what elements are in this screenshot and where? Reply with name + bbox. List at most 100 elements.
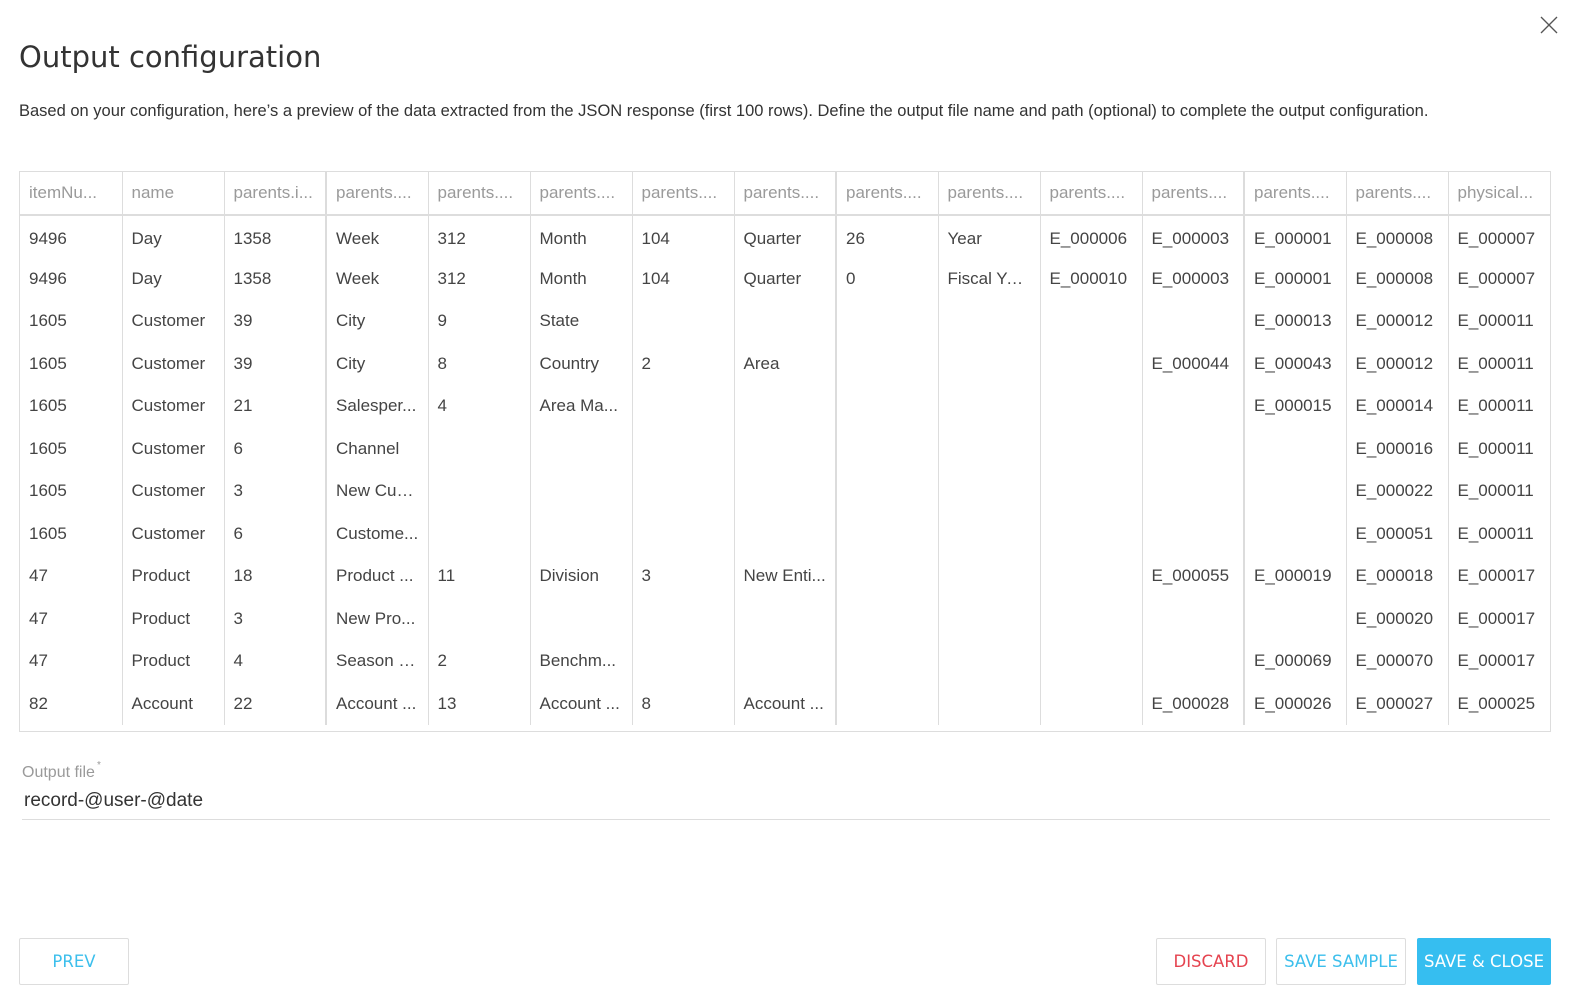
save-sample-button[interactable]: SAVE SAMPLE (1276, 938, 1406, 985)
table-cell: State (530, 300, 633, 343)
table-cell: 13 (428, 682, 531, 725)
table-cell: 2 (632, 342, 735, 385)
table-cell (1040, 470, 1143, 513)
table-cell: New Enti... (734, 555, 837, 598)
column-header[interactable]: physical... (1448, 172, 1550, 216)
output-file-input[interactable] (22, 788, 1550, 820)
table-cell: 3 (632, 555, 735, 598)
table-cell: E_000011 (1457, 523, 1534, 543)
table-cell: Customer (122, 470, 225, 513)
table-cell (1040, 682, 1143, 725)
table-cell: Account ... (734, 682, 837, 725)
table-cell: E_000013 (1244, 300, 1347, 343)
table-cell (428, 427, 531, 470)
table-cell: 1605 (20, 470, 123, 513)
table-cell (836, 555, 939, 598)
table-cell (1244, 427, 1347, 470)
table-cell: Customer (122, 342, 225, 385)
table-cell: 312 (428, 257, 531, 300)
table-cell: 4 (224, 640, 327, 683)
column-header[interactable]: parents.... (938, 172, 1041, 216)
column-header[interactable]: itemNu... (20, 172, 123, 216)
table-cell (938, 555, 1041, 598)
table-cell (938, 512, 1041, 555)
column-header[interactable]: parents.... (734, 172, 837, 216)
table-cell: Salesper... (326, 385, 429, 428)
column-header[interactable]: parents.i... (224, 172, 327, 216)
table-cell: 3 (224, 470, 327, 513)
table-cell: 1358 (224, 215, 327, 258)
table-cell: E_000051 (1346, 512, 1449, 555)
column-header[interactable]: parents.... (530, 172, 633, 216)
prev-button[interactable]: PREV (19, 938, 129, 985)
discard-button[interactable]: DISCARD (1156, 938, 1266, 985)
table-cell: E_000026 (1244, 682, 1347, 725)
output-file-field: Output file * (22, 760, 1550, 820)
column-header[interactable]: parents.... (1244, 172, 1347, 216)
table-cell (938, 470, 1041, 513)
column-header[interactable]: name (122, 172, 225, 216)
table-row: 47 Product 18 Product ... 11 Division 3 New Ent… (20, 555, 1550, 598)
table-cell (1244, 597, 1347, 640)
table-cell: 6 (224, 512, 327, 555)
table-cell: Area Ma... (530, 385, 633, 428)
table-cell: Day (122, 257, 225, 300)
table-cell: E_000010 (1040, 257, 1143, 300)
table-cell: 39 (224, 342, 327, 385)
table-cell (836, 682, 939, 725)
table-cell: 104 (632, 215, 735, 258)
table-cell: E_000017 (1457, 651, 1536, 671)
column-header[interactable]: parents.... (1142, 172, 1245, 216)
table-cell (734, 597, 837, 640)
column-header[interactable]: parents.... (632, 172, 735, 216)
preview-table-container[interactable]: itemNu... name parents.i... parents.... pare… (19, 171, 1551, 732)
table-cell: E_000055 (1142, 555, 1245, 598)
table-cell: 1605 (20, 300, 123, 343)
table-cell: Quarter (734, 215, 837, 258)
table-cell (1040, 385, 1143, 428)
table-cell: E_000003 (1142, 257, 1245, 300)
table-cell: 0 (836, 257, 939, 300)
table-cell: 2 (428, 640, 531, 683)
table-cell (836, 512, 939, 555)
column-header[interactable]: parents.... (326, 172, 429, 216)
table-cell (734, 470, 837, 513)
table-header-row: itemNu... name parents.i... parents.... pare… (20, 172, 1550, 216)
table-cell: 1605 (20, 342, 123, 385)
table-cell: E_000020 (1346, 597, 1449, 640)
table-cell (1142, 385, 1245, 428)
table-cell: 26 (836, 215, 939, 258)
table-cell (428, 512, 531, 555)
table-row: 47 Product 3 New Pro... E_000020 E_000017 (20, 597, 1550, 640)
column-header[interactable]: parents.... (428, 172, 531, 216)
table-cell: E_000017 (1457, 608, 1536, 628)
table-cell: City (326, 300, 429, 343)
column-header[interactable]: parents.... (1346, 172, 1449, 216)
table-cell (1142, 427, 1245, 470)
table-cell (938, 640, 1041, 683)
column-header[interactable]: parents.... (836, 172, 939, 216)
table-cell (428, 597, 531, 640)
save-and-close-button[interactable]: SAVE & CLOSE (1417, 938, 1551, 985)
table-cell: E_000007 (1457, 228, 1536, 248)
table-cell: E_000011 (1457, 353, 1534, 373)
table-cell: Product ... (326, 555, 429, 598)
table-cell: Area (734, 342, 837, 385)
table-cell: E_000008 (1346, 257, 1449, 300)
table-cell: Country (530, 342, 633, 385)
table-cell (530, 427, 633, 470)
close-button[interactable] (1536, 12, 1562, 38)
table-cell: Day (122, 215, 225, 258)
table-cell (1040, 342, 1143, 385)
table-cell: Account ... (326, 682, 429, 725)
table-cell (428, 470, 531, 513)
table-row: 82 Account 22 Account ... 13 Account ... 8 Acco… (20, 682, 1550, 725)
table-cell: Custome... (326, 512, 429, 555)
table-row: 9496 Day 1358 Week 312 Month 104 Quarter 26 Year E… (20, 215, 1550, 258)
table-cell: 82 (20, 682, 123, 725)
table-cell: Fiscal Year (938, 257, 1041, 300)
column-header[interactable]: parents.... (1040, 172, 1143, 216)
table-cell: E_000011 (1457, 311, 1534, 331)
table-row: 9496 Day 1358 Week 312 Month 104 Quarter 0 Fiscal… (20, 257, 1550, 300)
table-cell: E_000069 (1244, 640, 1347, 683)
